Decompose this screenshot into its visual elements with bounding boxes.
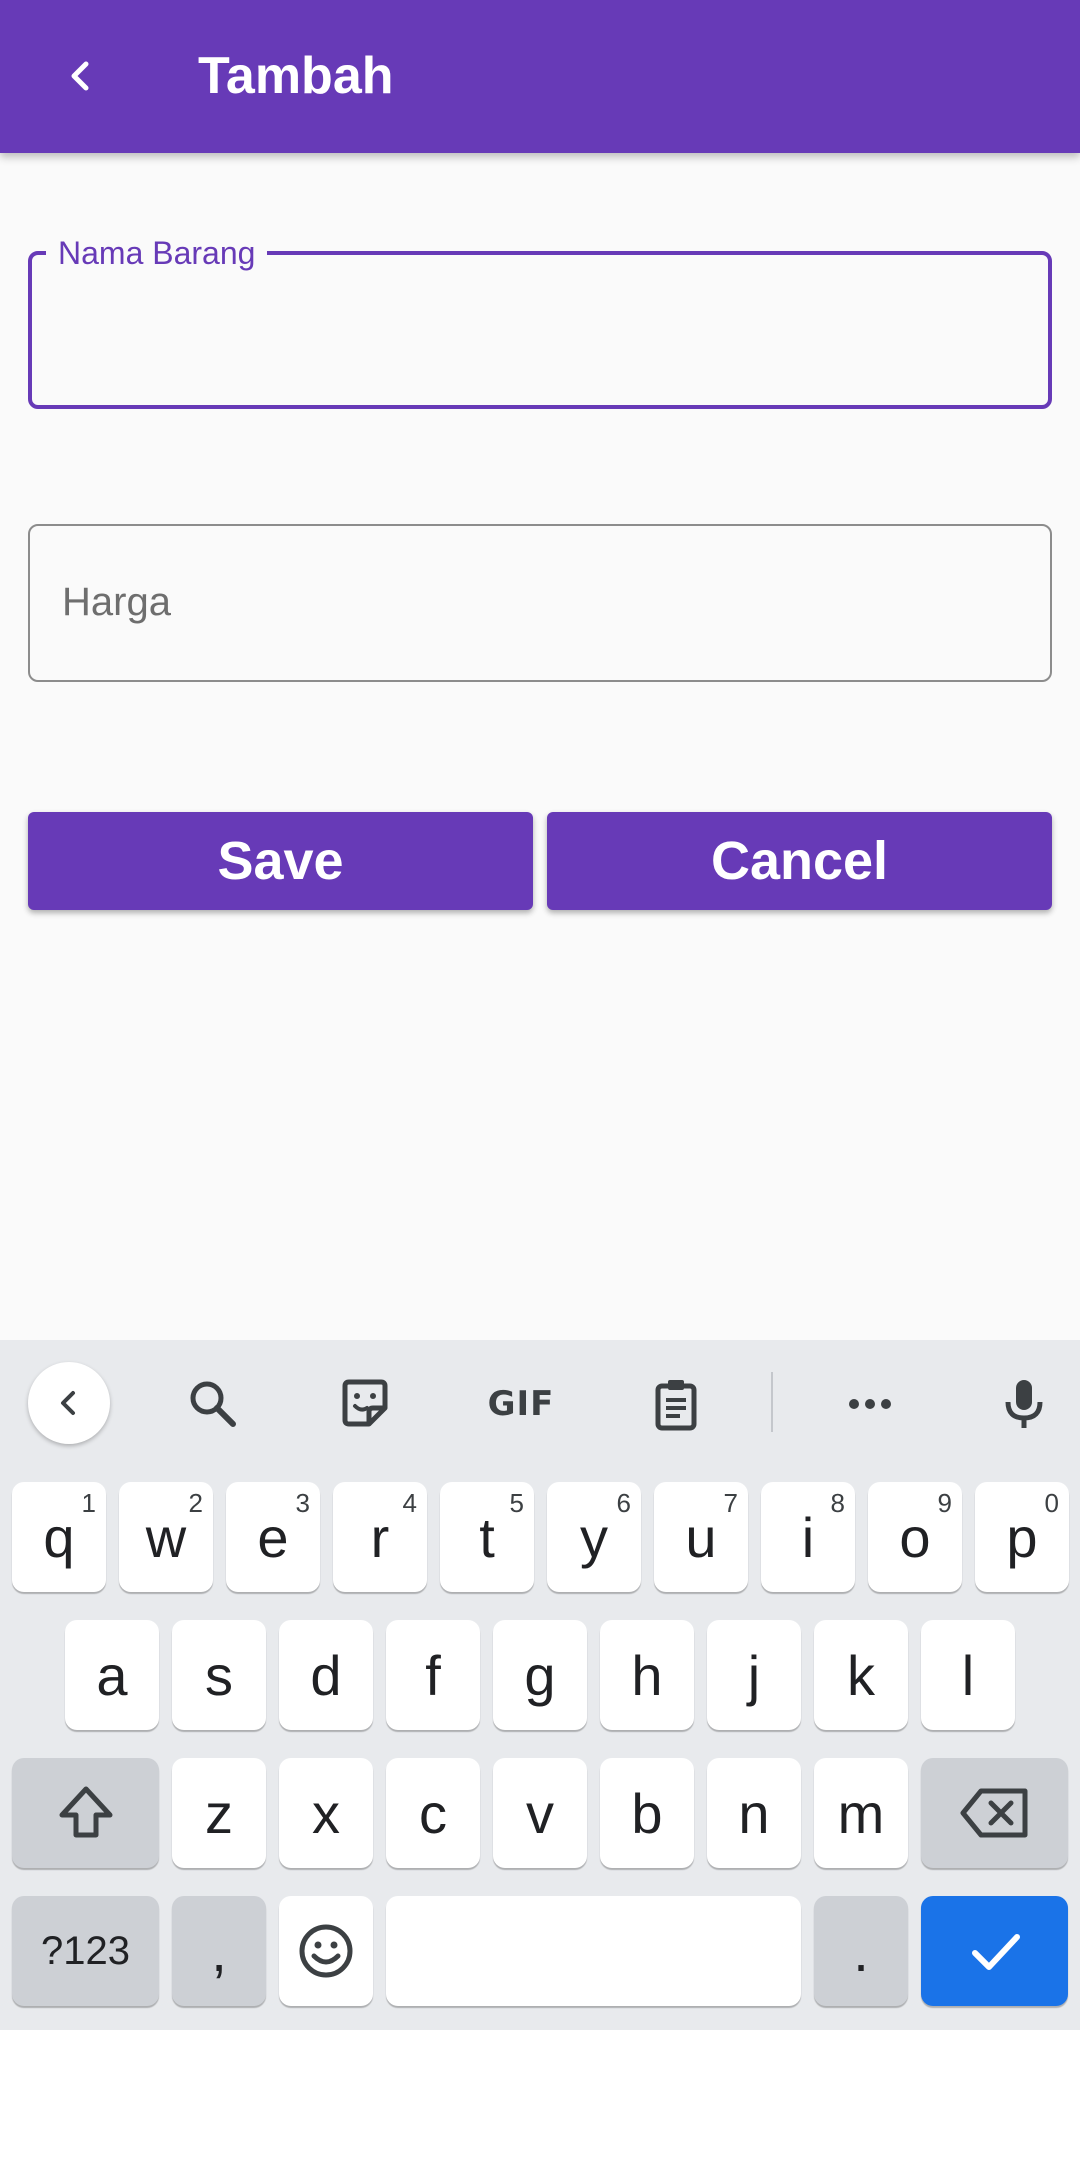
mic-icon[interactable] [992,1372,1056,1436]
key-e[interactable]: e3 [226,1482,320,1592]
key-r[interactable]: r4 [333,1482,427,1592]
enter-key[interactable] [921,1896,1068,2006]
key-p[interactable]: p0 [975,1482,1069,1592]
key-i[interactable]: i8 [761,1482,855,1592]
emoji-key[interactable] [279,1896,373,2006]
chevron-left-icon [61,1391,75,1415]
key-m[interactable]: m [814,1758,908,1868]
key-y[interactable]: y6 [547,1482,641,1592]
key-h[interactable]: h [600,1620,694,1730]
check-icon [971,1934,1020,1970]
key-j[interactable]: j [707,1620,801,1730]
key-d[interactable]: d [279,1620,373,1730]
key-o[interactable]: o9 [868,1482,962,1592]
period-key[interactable]: . [814,1896,908,2006]
name-input[interactable] [62,295,1006,367]
key-x[interactable]: x [279,1758,373,1868]
gif-button[interactable]: GIF [486,1372,556,1436]
name-field-label: Nama Barang [46,233,268,273]
key-a[interactable]: a [65,1620,159,1730]
cancel-button[interactable]: Cancel [547,812,1052,910]
key-k[interactable]: k [814,1620,908,1730]
sticker-icon[interactable] [333,1372,397,1436]
back-button[interactable] [44,40,116,112]
toolbar-divider [771,1372,773,1432]
keyboard-collapse-button[interactable] [28,1362,110,1444]
app-bar: Tambah [0,0,1080,153]
key-s[interactable]: s [172,1620,266,1730]
shift-icon [59,1786,112,1838]
comma-key[interactable]: , [172,1896,266,2006]
search-icon[interactable] [181,1372,245,1436]
emoji-icon [299,1924,353,1978]
gif-label: GIF [487,1384,555,1424]
space-key[interactable] [386,1896,801,2006]
symbols-key[interactable]: ?123 [12,1896,159,2006]
price-field[interactable] [28,524,1052,682]
clipboard-icon[interactable] [644,1372,708,1436]
system-nav-area [0,2030,1080,2160]
key-z[interactable]: z [172,1758,266,1868]
key-b[interactable]: b [600,1758,694,1868]
chevron-left-icon [71,61,89,91]
key-f[interactable]: f [386,1620,480,1730]
key-n[interactable]: n [707,1758,801,1868]
save-button[interactable]: Save [28,812,533,910]
key-v[interactable]: v [493,1758,587,1868]
key-g[interactable]: g [493,1620,587,1730]
page-title: Tambah [198,47,394,105]
shift-key[interactable] [12,1758,159,1868]
key-c[interactable]: c [386,1758,480,1868]
name-field[interactable]: Nama Barang [28,233,1052,409]
soft-keyboard: GIF q1 w2 e3 r4 t5 y6 u7 i8 o9 p 0 a s d… [0,1340,1080,2030]
more-icon[interactable] [838,1372,902,1436]
key-u[interactable]: u7 [654,1482,748,1592]
key-w[interactable]: w2 [119,1482,213,1592]
key-t[interactable]: t5 [440,1482,534,1592]
key-l[interactable]: l [921,1620,1015,1730]
keyboard-toolbar: GIF [0,1340,1080,1464]
price-input[interactable] [60,566,1004,638]
backspace-key[interactable] [921,1758,1068,1868]
key-q[interactable]: q1 [12,1482,106,1592]
backspace-icon [960,1788,1027,1838]
